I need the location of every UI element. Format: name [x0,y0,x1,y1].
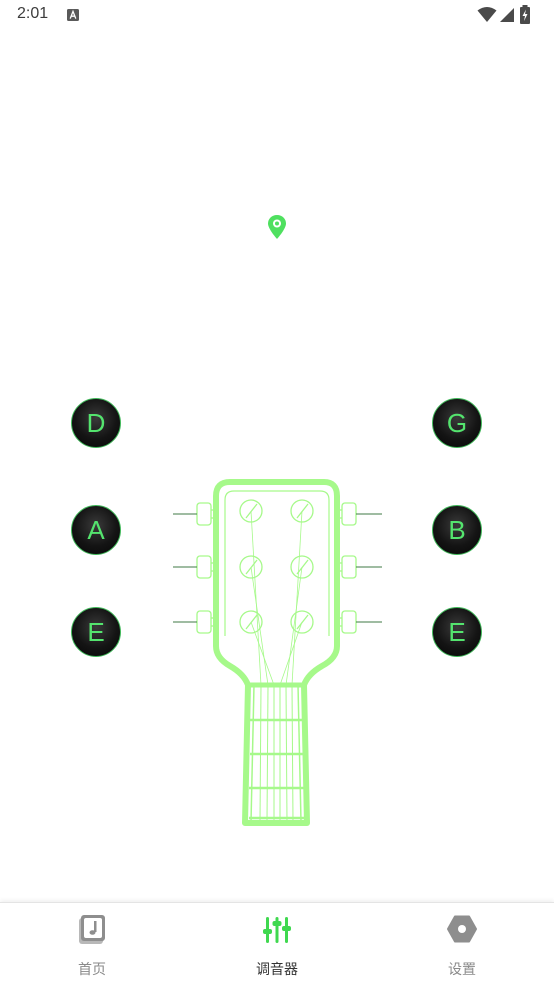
hexagon-settings-icon [447,915,477,943]
status-icons [477,5,537,24]
status-time: 2:01 [17,5,49,22]
signal-icon [500,8,514,22]
bottom-nav: 首页 调音器 设置 [0,902,554,985]
string-button-g[interactable]: G [432,398,482,448]
status-bar: 2:01 [0,0,554,32]
nav-label-tuner: 调音器 [256,962,298,978]
string-button-high-e[interactable]: E [432,607,482,657]
string-button-a[interactable]: A [71,505,121,555]
tuner-sliders-icon [263,917,291,943]
string-button-low-e[interactable]: E [71,607,121,657]
wifi-icon [477,7,497,22]
nav-item-tuner[interactable]: 调音器 [217,903,337,985]
nav-label-home: 首页 [78,962,106,978]
music-note-book-icon [79,915,105,944]
keyboard-a-icon [67,9,79,21]
nav-item-home[interactable]: 首页 [32,903,152,985]
nav-item-settings[interactable]: 设置 [402,903,522,985]
battery-charging-icon [520,5,530,24]
guitar-headstock-icon [173,479,382,826]
string-button-b[interactable]: B [432,505,482,555]
nav-label-settings: 设置 [448,962,476,978]
location-pin-icon [268,215,286,239]
string-button-d[interactable]: D [71,398,121,448]
